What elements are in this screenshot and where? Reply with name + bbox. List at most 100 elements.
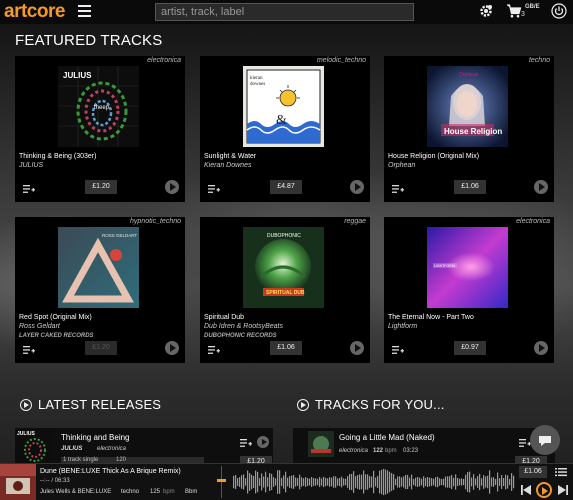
release-thumbnail[interactable]: JULIUS	[15, 428, 51, 464]
genre-tag[interactable]: electronica	[147, 57, 181, 64]
next-track-icon[interactable]	[557, 484, 569, 496]
waveform-bar	[283, 475, 285, 489]
add-to-playlist-icon[interactable]	[23, 345, 35, 355]
genre-tag[interactable]: melodic_techno	[317, 57, 366, 64]
bottom-player: Dune (BENE:LUXE Thick As A Brique Remix)…	[0, 463, 573, 500]
waveform-bar	[295, 477, 297, 487]
track-title[interactable]: Sunlight & Water	[204, 153, 256, 160]
price-button[interactable]: £4.87	[270, 180, 302, 194]
play-button[interactable]	[165, 341, 179, 355]
add-to-playlist-icon[interactable]	[392, 184, 404, 194]
track-artist[interactable]: JULIUS	[19, 162, 43, 169]
now-playing-artists[interactable]: Jules Wells & BENE:LUXE	[40, 489, 111, 495]
release-artist[interactable]: JULIUS	[61, 446, 82, 452]
track-genre[interactable]: electronica	[339, 448, 368, 454]
waveform-bar	[253, 476, 255, 488]
now-playing-genre[interactable]: techno	[121, 489, 139, 495]
price-button[interactable]: £0.97	[454, 341, 486, 355]
track-title[interactable]: Going a Little Mad (Naked)	[339, 433, 435, 442]
record-label[interactable]: LAYER CAKED RECORDS	[19, 333, 94, 339]
featured-track-card[interactable]: techno House Religion Orphean House Reli…	[384, 56, 554, 202]
tracks-for-you-heading[interactable]: TRACKS FOR YOU...	[315, 397, 445, 412]
waveform-bar	[251, 474, 253, 490]
play-button[interactable]	[257, 436, 269, 448]
add-to-playlist-icon[interactable]	[240, 438, 252, 448]
add-to-playlist-icon[interactable]	[208, 345, 220, 355]
price-button[interactable]: £1.06	[270, 341, 302, 355]
genre-tag[interactable]: electronica	[516, 218, 550, 225]
currency-label[interactable]: GB/E	[525, 4, 540, 10]
now-playing-price-button[interactable]: £1.06	[519, 466, 547, 478]
album-art[interactable]: ROSS GELDART	[58, 227, 139, 308]
section-play-icon[interactable]	[20, 399, 32, 411]
track-title[interactable]: Red Spot (Original Mix)	[19, 314, 92, 321]
recommended-track-item[interactable]: Going a Little Mad (Naked) electronica 1…	[293, 428, 555, 468]
play-button[interactable]	[534, 180, 548, 194]
track-title[interactable]: The Eternal Now - Part Two	[388, 314, 474, 321]
genre-tag[interactable]: reggae	[344, 218, 366, 225]
play-pause-button[interactable]	[536, 482, 552, 498]
genre-tag[interactable]: techno	[529, 57, 550, 64]
track-thumbnail[interactable]	[308, 431, 334, 457]
featured-track-card[interactable]: hypnotic_techno ROSS GELDART Red Spot (O…	[15, 217, 185, 363]
latest-release-item[interactable]: JULIUS Thinking and Being JULIUS electro…	[15, 428, 273, 468]
track-artist[interactable]: Kieran Downes	[204, 162, 251, 169]
price-button[interactable]: £1.06	[454, 180, 486, 194]
featured-track-card[interactable]: electronica LIGHTFORM The Eternal Now - …	[384, 217, 554, 363]
waveform-bar	[339, 477, 341, 487]
waveform-bar	[351, 473, 353, 491]
svg-text:DUBOPHONIC: DUBOPHONIC	[267, 233, 301, 239]
now-playing-title[interactable]: Dune (BENE:LUXE Thick As A Brique Remix)	[40, 468, 181, 475]
track-title[interactable]: Thinking & Being (303er)	[19, 153, 96, 160]
price-button[interactable]: £1.20	[85, 180, 117, 194]
latest-releases-heading[interactable]: LATEST RELEASES	[38, 397, 161, 412]
add-to-playlist-icon[interactable]	[392, 345, 404, 355]
waveform-scrubber[interactable]	[233, 466, 515, 498]
search-input[interactable]	[155, 3, 414, 21]
power-icon[interactable]	[551, 3, 567, 19]
featured-track-card[interactable]: melodic_techno kieran downes & Sunlight …	[200, 56, 370, 202]
album-art[interactable]: JULIUS theep	[58, 66, 139, 147]
volume-slider[interactable]	[217, 466, 226, 498]
play-button[interactable]	[534, 341, 548, 355]
waveform-bar	[473, 474, 475, 490]
track-title[interactable]: Spiritual Dub	[204, 314, 244, 321]
track-artist[interactable]: Orphean	[388, 162, 415, 169]
add-to-playlist-icon[interactable]	[208, 184, 220, 194]
release-title[interactable]: Thinking and Being	[61, 433, 130, 442]
album-art[interactable]: LIGHTFORM	[427, 227, 508, 308]
album-art[interactable]: SPIRITUAL DUB DUBOPHONIC	[243, 227, 324, 308]
featured-track-card[interactable]: reggae SPIRITUAL DUB DUBOPHONIC Spiritua…	[200, 217, 370, 363]
gear-icon[interactable]	[478, 3, 494, 19]
section-play-icon[interactable]	[297, 399, 309, 411]
play-button[interactable]	[350, 180, 364, 194]
cart-icon[interactable]	[506, 3, 522, 19]
play-button[interactable]	[165, 180, 179, 194]
album-art[interactable]: kieran downes &	[243, 66, 324, 147]
track-artist[interactable]: Lightform	[388, 323, 417, 330]
artcore-logo[interactable]: artcore	[4, 1, 65, 23]
waveform-bar	[359, 474, 361, 490]
track-title[interactable]: House Religion (Original Mix)	[388, 153, 479, 160]
previous-track-icon[interactable]	[520, 484, 532, 496]
add-to-playlist-icon[interactable]	[23, 184, 35, 194]
now-playing-artwork[interactable]	[0, 464, 36, 500]
record-label[interactable]: DUBOPHONIC RECORDS	[204, 333, 277, 339]
track-artist[interactable]: Dub Idren & RootsyBeats	[204, 323, 283, 330]
waveform-bar	[335, 476, 337, 488]
waveform-bar	[393, 474, 395, 490]
play-button[interactable]	[350, 341, 364, 355]
waveform-bar	[447, 476, 449, 488]
waveform-bar	[449, 476, 451, 488]
release-genre[interactable]: electronica	[97, 446, 126, 452]
menu-icon[interactable]	[78, 5, 91, 17]
genre-tag[interactable]: hypnotic_techno	[130, 218, 181, 225]
waveform-bar	[451, 474, 453, 490]
featured-track-card[interactable]: electronica JULIUS theep Thinking & Bein…	[15, 56, 185, 202]
waveform-bar	[385, 469, 387, 495]
album-art[interactable]: House Religion Orphean	[427, 66, 508, 147]
track-artist[interactable]: Ross Geldart	[19, 323, 60, 330]
queue-icon[interactable]	[555, 467, 567, 477]
chat-button[interactable]	[530, 425, 560, 455]
waveform-bar	[287, 477, 289, 487]
